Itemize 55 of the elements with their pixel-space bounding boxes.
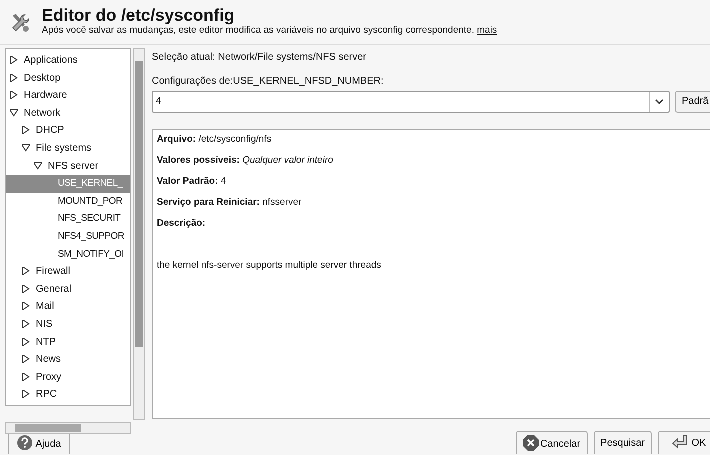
tree-item[interactable]: SM_NOTIFY_OI xyxy=(58,248,124,260)
collapsed-arrow-icon[interactable] xyxy=(22,355,30,364)
tree-item[interactable]: File systems xyxy=(36,142,92,154)
default-button[interactable]: Padrã xyxy=(675,90,710,112)
collapsed-arrow-icon[interactable] xyxy=(10,74,18,82)
selection-path-text: Seleção atual: Network/File systems/NFS server xyxy=(152,52,368,64)
tree-item[interactable]: NTP xyxy=(36,336,56,348)
tree-item[interactable]: News xyxy=(36,354,62,366)
info-line: Descrição: xyxy=(157,218,207,230)
expanded-arrow-icon[interactable] xyxy=(34,162,42,170)
tree-item[interactable]: NFS_SECURIT xyxy=(58,213,121,224)
tree-item[interactable]: NFS4_SUPPOR xyxy=(58,230,124,242)
tree-item[interactable]: MOUNTD_POR xyxy=(58,196,123,207)
chevron-down-icon[interactable] xyxy=(655,98,664,104)
tools-icon xyxy=(10,12,32,34)
setting-label: Configurações de:USE_KERNEL_NFSD_NUMBER: xyxy=(152,76,385,88)
collapsed-arrow-icon[interactable] xyxy=(22,126,30,134)
collapsed-arrow-icon[interactable] xyxy=(22,338,30,346)
search-button[interactable]: Pesquisar xyxy=(594,431,652,454)
collapsed-arrow-icon[interactable] xyxy=(22,390,30,398)
info-line: Valor Padrão: 4 xyxy=(157,176,228,188)
tree-item[interactable]: Firewall xyxy=(36,266,70,278)
value-combobox[interactable]: 4 xyxy=(152,90,670,112)
tree-item[interactable]: Hardware xyxy=(24,90,68,102)
return-arrow-icon xyxy=(672,435,690,449)
tree-item[interactable]: NIS xyxy=(36,318,53,330)
tree-item[interactable]: NFS server xyxy=(48,160,99,172)
collapsed-arrow-icon[interactable] xyxy=(22,267,30,276)
tree-item[interactable]: Mail xyxy=(36,301,54,312)
info-line: Valores possíveis: Qualquer valor inteiro xyxy=(157,154,334,166)
tree-item[interactable]: General xyxy=(36,284,72,295)
dialog-title: Editor do /etc/sysconfig xyxy=(42,6,236,25)
tree-item[interactable]: DHCP xyxy=(36,125,64,136)
more-link[interactable]: mais xyxy=(477,25,498,36)
help-icon xyxy=(16,434,33,450)
tree-item[interactable]: RPC xyxy=(36,389,58,400)
collapsed-arrow-icon[interactable] xyxy=(10,91,18,100)
info-line: Serviço para Reiniciar: nfsserver xyxy=(157,196,303,208)
tree-item[interactable]: Network xyxy=(24,108,61,119)
collapsed-arrow-icon[interactable] xyxy=(10,56,18,64)
collapsed-arrow-icon[interactable] xyxy=(22,302,30,310)
collapsed-arrow-icon[interactable] xyxy=(22,284,30,293)
cancel-icon xyxy=(522,434,538,450)
expanded-arrow-icon[interactable] xyxy=(22,144,30,152)
collapsed-arrow-icon[interactable] xyxy=(22,372,30,381)
ok-button[interactable]: OK xyxy=(658,431,710,454)
description-text: the kernel nfs-server supports multiple server threads xyxy=(157,260,382,272)
tree-item[interactable]: Proxy xyxy=(36,372,62,383)
info-line: Arquivo: /etc/sysconfig/nfs xyxy=(157,134,273,146)
expanded-arrow-icon[interactable] xyxy=(10,108,18,117)
tree-item[interactable]: Desktop xyxy=(24,72,61,84)
tree-item[interactable]: Applications xyxy=(24,55,78,66)
cancel-button[interactable]: Cancelar xyxy=(516,431,588,454)
collapsed-arrow-icon[interactable] xyxy=(22,320,30,328)
description-text: Após você salvar as mudanças, este editor modifica as variáveis no arquivo sysconfig correspondente. mais xyxy=(42,25,498,37)
